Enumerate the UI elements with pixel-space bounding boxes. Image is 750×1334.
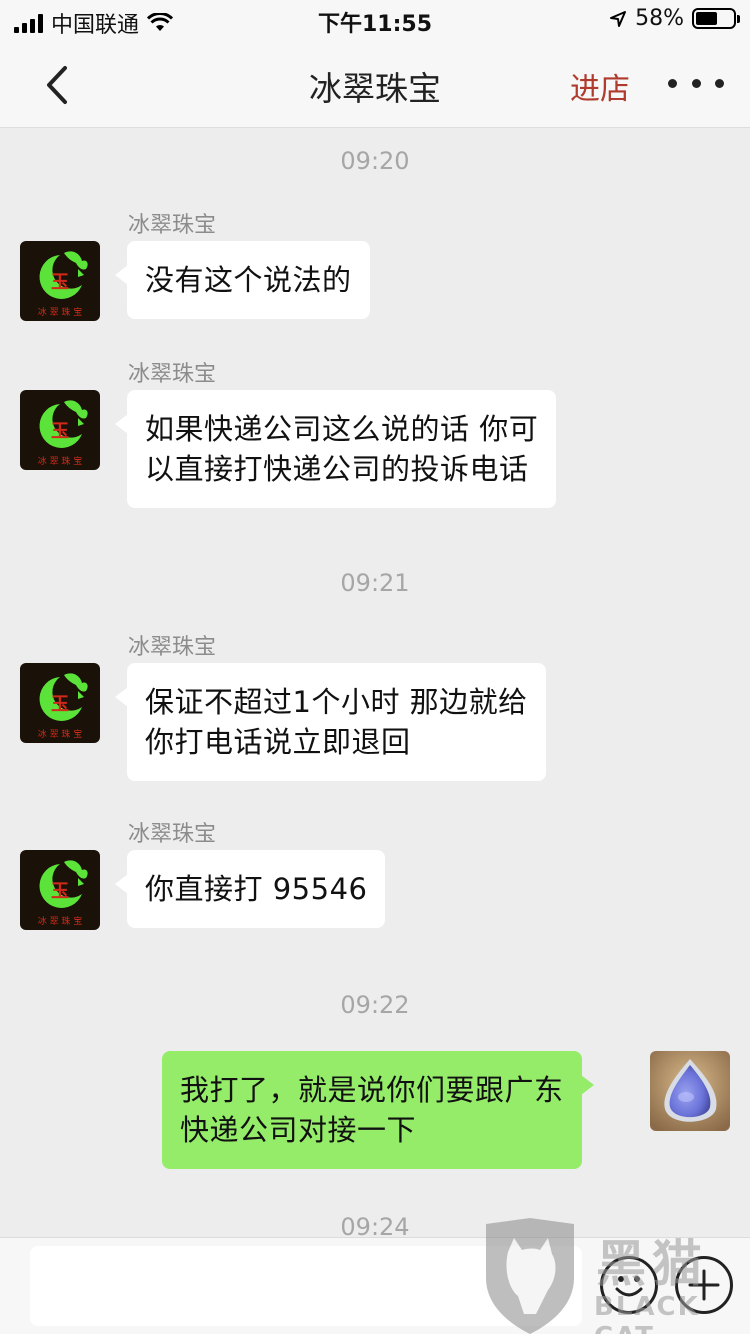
message-line: 如果快递公司这么说的话 你可 (145, 412, 539, 446)
timestamp: 09:21 (340, 569, 410, 597)
message-bubble[interactable]: 如果快递公司这么说的话 你可 以直接打快递公司的投诉电话 (114, 390, 557, 508)
shop-logo-icon: 玉 冰 翠 珠 宝 (20, 390, 100, 470)
svg-text:冰 翠 珠 宝: 冰 翠 珠 宝 (38, 306, 83, 318)
timestamp: 09:20 (340, 147, 410, 175)
message-line: 以直接打快递公司的投诉电话 (145, 452, 529, 486)
user-avatar[interactable] (650, 1051, 730, 1131)
more-dot-icon (668, 78, 677, 88)
battery-icon (692, 8, 740, 29)
chat-title: 冰翠珠宝 (309, 69, 441, 108)
shop-avatar[interactable]: 玉 冰 翠 珠 宝 (20, 850, 100, 930)
more-options-button[interactable] (668, 70, 724, 96)
message-line: 保证不超过1个小时 那边就给 (145, 685, 528, 719)
sender-name: 冰翠珠宝 (128, 635, 217, 660)
svg-text:玉: 玉 (51, 421, 69, 442)
input-bar (0, 1237, 750, 1334)
chat-messages[interactable]: 09:20 冰翠珠宝 玉 冰 翠 珠 宝 没有这个说法的 冰翠珠宝 玉 冰 翠 … (0, 129, 750, 1237)
status-bar: 中国联通 下午11:55 58% (0, 0, 750, 40)
more-dot-icon (715, 78, 724, 88)
shop-logo-icon: 玉 冰 翠 珠 宝 (20, 663, 100, 743)
message-bubble[interactable]: 保证不超过1个小时 那边就给 你打电话说立即退回 (115, 663, 546, 781)
svg-text:玉: 玉 (51, 694, 69, 715)
message-line: 快递公司对接一下 (180, 1113, 417, 1147)
sender-name: 冰翠珠宝 (128, 822, 217, 847)
shop-logo-icon: 玉 冰 翠 珠 宝 (20, 850, 100, 930)
message-input[interactable] (30, 1246, 582, 1326)
message-bubble-outgoing[interactable]: 我打了，就是说你们要跟广东 快递公司对接一下 (162, 1051, 594, 1169)
message-bubble[interactable]: 你直接打 95546 (114, 850, 386, 928)
shop-avatar[interactable]: 玉 冰 翠 珠 宝 (20, 663, 100, 743)
add-attachment-button[interactable] (675, 1256, 733, 1314)
svg-text:冰 翠 珠 宝: 冰 翠 珠 宝 (38, 455, 83, 467)
message-line: 你打电话说立即退回 (145, 725, 411, 759)
message-bubble[interactable]: 没有这个说法的 (115, 241, 370, 319)
svg-text:玉: 玉 (51, 881, 69, 902)
more-dot-icon (691, 78, 701, 88)
smiley-icon (615, 1276, 643, 1297)
location-arrow-icon (610, 10, 627, 27)
battery-percent: 58% (635, 6, 684, 31)
shop-logo-icon: 玉 冰 翠 珠 宝 (20, 241, 100, 321)
nav-bar: 冰翠珠宝 进店 (0, 40, 750, 128)
battery-fill (696, 12, 717, 25)
plus-icon (688, 1269, 720, 1301)
svg-text:玉: 玉 (51, 272, 69, 293)
message-line: 你直接打 95546 (145, 872, 368, 906)
sender-name: 冰翠珠宝 (128, 213, 217, 238)
shop-avatar[interactable]: 玉 冰 翠 珠 宝 (20, 390, 100, 470)
sender-name: 冰翠珠宝 (128, 362, 217, 387)
message-line: 没有这个说法的 (145, 263, 352, 297)
svg-text:冰 翠 珠 宝: 冰 翠 珠 宝 (38, 915, 83, 927)
status-right: 58% (609, 6, 740, 31)
message-line: 我打了，就是说你们要跟广东 (180, 1073, 564, 1107)
gem-pendant-photo (650, 1051, 730, 1131)
timestamp: 09:24 (340, 1213, 410, 1237)
emoji-button[interactable] (600, 1256, 658, 1314)
timestamp: 09:22 (340, 991, 410, 1019)
enter-store-link[interactable]: 进店 (570, 64, 630, 108)
shop-avatar[interactable]: 玉 冰 翠 珠 宝 (20, 241, 100, 321)
svg-text:冰 翠 珠 宝: 冰 翠 珠 宝 (38, 728, 83, 740)
